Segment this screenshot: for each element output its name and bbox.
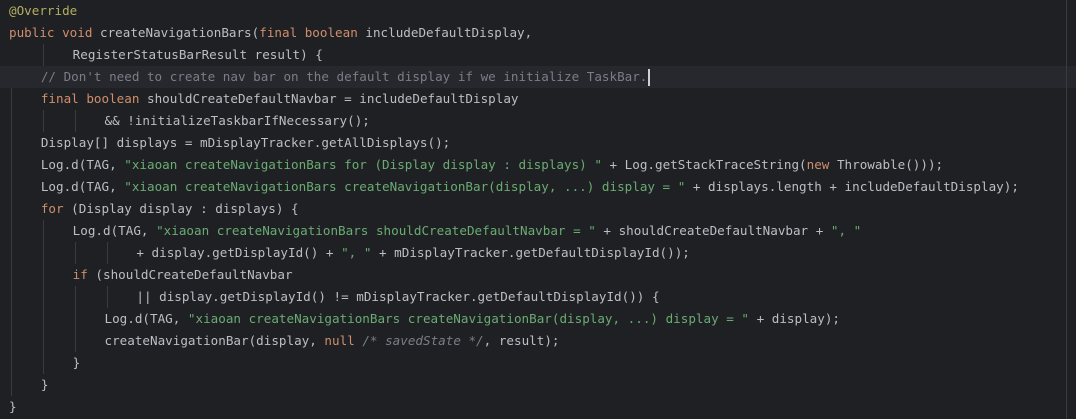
code-token: public void <box>9 25 100 40</box>
code-token: "xiaoan createNavigationBars for (Displa… <box>124 157 602 172</box>
code-token: createNavigationBar(display, <box>104 333 325 348</box>
code-line[interactable]: // Don't need to create nav bar on the d… <box>0 66 1076 88</box>
code-line[interactable]: Log.d(TAG, "xiaoan createNavigationBars … <box>0 308 1076 330</box>
code-token: Log.d(TAG, <box>104 311 188 326</box>
text-caret <box>648 69 651 86</box>
code-token: && !initializeTaskbarIfNecessary(); <box>104 113 370 128</box>
code-token: ", " <box>830 223 862 238</box>
code-token: shouldCreateDefaultNavbar = includeDefau… <box>146 91 519 106</box>
code-token: + display.getDisplayId() + <box>136 245 342 260</box>
code-token: Log.d(TAG, <box>40 179 125 194</box>
code-line[interactable]: @Override <box>0 0 1076 22</box>
code-token: || display.getDisplayId() != mDisplayTra… <box>136 289 660 304</box>
code-token: + mDisplayTracker.getDefaultDisplayId())… <box>371 245 690 260</box>
code-token: final boolean <box>259 25 366 40</box>
code-token: Display[] displays = mDisplayTracker.get… <box>40 135 451 150</box>
code-token: , result); <box>483 333 560 348</box>
code-token: includeDefaultDisplay, <box>365 25 533 40</box>
code-token: if <box>72 267 96 282</box>
right-margin-guide <box>1066 0 1067 419</box>
code-line[interactable]: Display[] displays = mDisplayTracker.get… <box>0 132 1076 154</box>
code-token: "xiaoan createNavigationBars createNavig… <box>124 179 686 194</box>
code-line[interactable]: Log.d(TAG, "xiaoan createNavigationBars … <box>0 220 1076 242</box>
code-line[interactable]: if (shouldCreateDefaultNavbar <box>0 264 1076 286</box>
code-token: ", " <box>341 245 372 260</box>
code-line[interactable]: || display.getDisplayId() != mDisplayTra… <box>0 286 1076 308</box>
code-line[interactable]: final boolean shouldCreateDefaultNavbar … <box>0 88 1076 110</box>
code-token: Log.d(TAG, <box>72 223 157 238</box>
code-token: createNavigationBars( <box>100 25 260 40</box>
code-line[interactable]: } <box>0 352 1076 374</box>
code-line[interactable]: + display.getDisplayId() + ", " + mDispl… <box>0 242 1076 264</box>
code-token: "xiaoan createNavigationBars createNavig… <box>187 311 749 326</box>
code-token: null <box>324 333 363 348</box>
code-line[interactable]: } <box>0 374 1076 396</box>
code-token: /* savedState */ <box>362 333 484 348</box>
code-token: } <box>72 355 81 370</box>
code-line[interactable]: public void createNavigationBars(final b… <box>0 22 1076 44</box>
code-token: Log.d(TAG, <box>40 157 125 172</box>
code-token: + Log.getStackTraceString( <box>601 157 807 172</box>
code-token: "xiaoan createNavigationBars shouldCreat… <box>156 223 596 238</box>
code-token: + shouldCreateDefaultNavbar + <box>595 223 831 238</box>
code-token: @Override <box>9 3 78 18</box>
code-token: (shouldCreateDefaultNavbar <box>95 267 293 282</box>
code-line[interactable]: for (Display display : displays) { <box>0 198 1076 220</box>
code-token: for <box>40 201 72 216</box>
code-token: new <box>806 157 837 172</box>
code-token: // Don't need to create nav bar on the d… <box>40 69 648 84</box>
code-editor[interactable]: @Override public void createNavigationBar… <box>0 0 1076 419</box>
code-token: Throwable())); <box>836 157 944 172</box>
code-token: } <box>40 377 49 392</box>
code-token: final boolean <box>40 91 147 106</box>
code-line[interactable]: createNavigationBar(display, null /* sav… <box>0 330 1076 352</box>
code-token: RegisterStatusBarResult result) { <box>72 47 323 62</box>
code-token: } <box>9 399 17 414</box>
code-line[interactable]: Log.d(TAG, "xiaoan createNavigationBars … <box>0 154 1076 176</box>
code-line[interactable]: Log.d(TAG, "xiaoan createNavigationBars … <box>0 176 1076 198</box>
code-token: (Display display : displays) { <box>71 201 299 216</box>
code-token: + display); <box>749 311 840 326</box>
code-line[interactable]: } <box>0 396 1076 418</box>
code-line[interactable]: && !initializeTaskbarIfNecessary(); <box>0 110 1076 132</box>
code-token: + displays.length + includeDefaultDispla… <box>685 179 1019 194</box>
code-line[interactable]: RegisterStatusBarResult result) { <box>0 44 1076 66</box>
